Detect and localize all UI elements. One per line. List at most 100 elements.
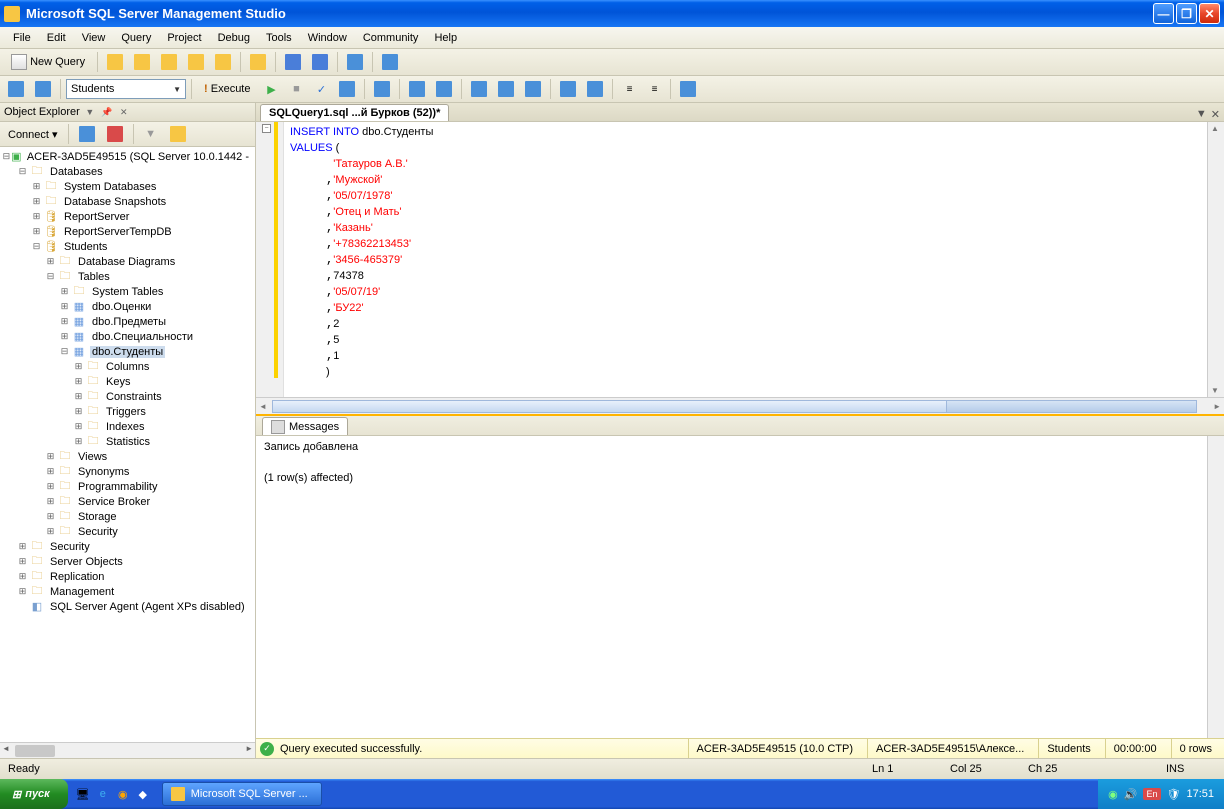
menu-debug[interactable]: Debug: [211, 30, 257, 46]
comment-icon[interactable]: [556, 78, 580, 100]
parse-icon[interactable]: ✓: [310, 78, 332, 100]
decrease-indent-icon[interactable]: ≡: [618, 78, 640, 100]
db-engine-query-icon[interactable]: [103, 51, 127, 73]
change-connection-icon[interactable]: [31, 78, 55, 100]
document-tabs: SQLQuery1.sql ...й Бурков (52))* ▼ ✕: [256, 103, 1224, 122]
filter-icon[interactable]: ▼: [140, 123, 162, 145]
client-stats-icon[interactable]: [432, 78, 456, 100]
results-file-icon[interactable]: [521, 78, 545, 100]
pin-icon[interactable]: 📌: [100, 105, 114, 119]
menu-community[interactable]: Community: [356, 30, 426, 46]
menu-window[interactable]: Window: [301, 30, 354, 46]
open-file-icon[interactable]: [246, 51, 270, 73]
tab-dropdown-icon[interactable]: ▼: [1196, 108, 1207, 121]
tab-close-icon[interactable]: ✕: [1211, 108, 1220, 121]
new-query-button[interactable]: New Query: [4, 51, 92, 73]
outline-collapse-icon[interactable]: −: [262, 124, 271, 133]
database-icon: 🛢: [43, 240, 59, 254]
folder-icon: 🗀: [57, 525, 73, 539]
save-icon[interactable]: [281, 51, 305, 73]
uncomment-icon[interactable]: [583, 78, 607, 100]
increase-indent-icon[interactable]: ≡: [643, 78, 665, 100]
editor-hscrollbar[interactable]: ►: [256, 397, 1224, 414]
activity-monitor-icon[interactable]: [343, 51, 367, 73]
messages-pane[interactable]: Запись добавлена (1 row(s) affected): [256, 436, 1207, 738]
object-explorer-titlebar: Object Explorer ▼ 📌 ✕: [0, 103, 255, 122]
display-plan-icon[interactable]: [335, 78, 359, 100]
status-rows: 0 rows: [1171, 739, 1220, 758]
include-plan-icon[interactable]: [405, 78, 429, 100]
menu-file[interactable]: File: [6, 30, 38, 46]
code-content[interactable]: INSERT INTO dbo.Студенты VALUES ( 'Татау…: [284, 122, 1207, 397]
windows-logo-icon: ⊞: [12, 788, 21, 801]
table-icon: ▦: [71, 300, 87, 314]
connection-icon[interactable]: [4, 78, 28, 100]
tree-node-selected[interactable]: dbo.Студенты: [90, 346, 165, 358]
disconnect-icon[interactable]: [75, 123, 99, 145]
specify-values-icon[interactable]: [676, 78, 700, 100]
show-desktop-icon[interactable]: 🖥: [74, 785, 92, 803]
standard-toolbar: New Query: [0, 49, 1224, 76]
menu-edit[interactable]: Edit: [40, 30, 73, 46]
execute-button[interactable]: ! Execute: [197, 78, 257, 100]
windows-taskbar: ⊞пуск 🖥 e ◉ ◆ Microsoft SQL Server ... ◉…: [0, 779, 1224, 809]
status-time: 00:00:00: [1105, 739, 1165, 758]
xmla-query-icon[interactable]: [211, 51, 235, 73]
results-grid-icon[interactable]: [494, 78, 518, 100]
clock[interactable]: 17:51: [1186, 788, 1214, 800]
messages-icon: [271, 420, 285, 434]
debug-icon[interactable]: ▶: [260, 78, 282, 100]
refresh-icon[interactable]: [166, 123, 190, 145]
query-status-message: Query executed successfully.: [280, 743, 422, 755]
mdx-query-icon[interactable]: [157, 51, 181, 73]
app-icon[interactable]: ◆: [134, 785, 152, 803]
folder-icon: 🗀: [43, 195, 59, 209]
table-icon: ▦: [71, 330, 87, 344]
status-user: ACER-3AD5E49515\Алексе...: [867, 739, 1032, 758]
menu-view[interactable]: View: [75, 30, 113, 46]
database-combo[interactable]: Students▼: [66, 79, 186, 99]
tray-icon[interactable]: 🔊: [1124, 788, 1138, 801]
stop-icon[interactable]: [103, 123, 127, 145]
success-icon: ✓: [260, 742, 274, 756]
tree-scrollbar[interactable]: ►: [0, 742, 255, 758]
taskbar-item-ssms[interactable]: Microsoft SQL Server ...: [162, 782, 322, 806]
object-explorer-title: Object Explorer: [4, 106, 80, 118]
results-text-icon[interactable]: [467, 78, 491, 100]
start-button[interactable]: ⊞пуск: [0, 779, 68, 809]
media-icon[interactable]: ◉: [114, 785, 132, 803]
messages-vscrollbar[interactable]: [1207, 436, 1224, 738]
save-all-icon[interactable]: [308, 51, 332, 73]
connect-toolbar: Connect ▾ ▼: [0, 122, 255, 147]
connect-button[interactable]: Connect ▾: [4, 128, 62, 141]
document-area: SQLQuery1.sql ...й Бурков (52))* ▼ ✕ − I…: [256, 103, 1224, 758]
tab-sqlquery1[interactable]: SQLQuery1.sql ...й Бурков (52))*: [260, 104, 449, 121]
dropdown-icon[interactable]: ▼: [83, 105, 97, 119]
menu-query[interactable]: Query: [114, 30, 158, 46]
tray-icon[interactable]: ◉: [1108, 788, 1118, 801]
dmx-query-icon[interactable]: [184, 51, 208, 73]
tray-icon[interactable]: 🛡: [1167, 788, 1181, 801]
object-explorer-tree[interactable]: ⊟▣ACER-3AD5E49515 (SQL Server 10.0.1442 …: [0, 147, 255, 742]
maximize-button[interactable]: ❐: [1176, 3, 1197, 24]
as-query-icon[interactable]: [130, 51, 154, 73]
stop-icon[interactable]: ■: [285, 78, 307, 100]
app-icon: [4, 6, 20, 22]
ie-icon[interactable]: e: [94, 785, 112, 803]
tab-messages[interactable]: Messages: [262, 417, 348, 435]
menu-tools[interactable]: Tools: [259, 30, 299, 46]
folder-icon: 🗀: [57, 270, 73, 284]
registered-servers-icon[interactable]: [378, 51, 402, 73]
sql-editor[interactable]: − INSERT INTO dbo.Студенты VALUES ( 'Тат…: [256, 122, 1224, 397]
minimize-button[interactable]: —: [1153, 3, 1174, 24]
menu-project[interactable]: Project: [160, 30, 208, 46]
change-indicator: [274, 122, 278, 378]
language-indicator[interactable]: En: [1143, 788, 1160, 800]
window-title: Microsoft SQL Server Management Studio: [26, 6, 1153, 21]
table-icon: ▦: [71, 315, 87, 329]
design-query-icon[interactable]: [370, 78, 394, 100]
editor-vscrollbar[interactable]: [1207, 122, 1224, 397]
panel-close-icon[interactable]: ✕: [117, 105, 131, 119]
close-button[interactable]: ✕: [1199, 3, 1220, 24]
menu-help[interactable]: Help: [427, 30, 464, 46]
